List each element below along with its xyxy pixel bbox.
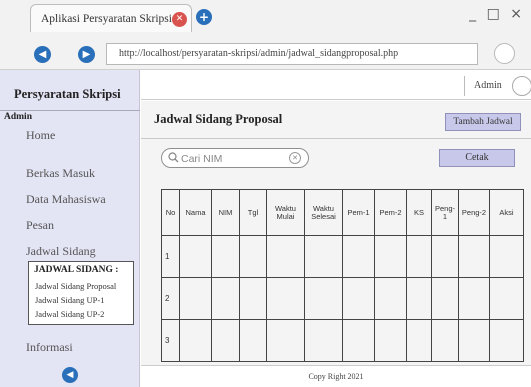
sidebar-item-home[interactable]: Home — [26, 128, 55, 143]
table-cell — [304, 235, 343, 278]
divider — [0, 110, 140, 111]
forward-arrow-icon[interactable]: ▶ — [78, 46, 95, 63]
table-cell — [304, 277, 343, 320]
column-header: Peng-1 — [431, 189, 459, 236]
sidebar-item-berkas-masuk[interactable]: Berkas Masuk — [26, 166, 95, 181]
column-header: KS — [406, 189, 432, 236]
plus-icon[interactable]: + — [196, 9, 212, 25]
table-cell — [179, 277, 212, 320]
footer-text: Copy Right 2021 — [308, 372, 364, 381]
table-cell — [458, 235, 490, 278]
top-bar: Admin — [141, 70, 531, 100]
table-header-row: No Nama NIM Tgl Waktu Mulai Waktu Selesa… — [161, 189, 524, 236]
table-cell — [342, 277, 375, 320]
clear-icon[interactable]: ✕ — [289, 152, 301, 164]
table-cell — [239, 319, 267, 362]
table-cell — [489, 319, 524, 362]
table-cell — [489, 277, 524, 320]
sidebar: Persyaratan Skripsi Admin Home Berkas Ma… — [0, 70, 140, 387]
table-cell — [374, 235, 407, 278]
submenu-item-jadwal-up2[interactable]: Jadwal Sidang UP-2 — [35, 309, 104, 319]
table-row: 2 — [161, 277, 524, 320]
column-header: Nama — [179, 189, 212, 236]
browser-tab[interactable]: Aplikasi Persyaratan Skripsi ✕ — [30, 4, 192, 32]
sidebar-item-data-mahasiswa[interactable]: Data Mahasiswa — [26, 192, 106, 207]
jadwal-sidang-submenu: JADWAL SIDANG : Jadwal Sidang Proposal J… — [28, 261, 134, 325]
table-cell — [374, 277, 407, 320]
search-box: ✕ — [161, 148, 309, 168]
table-cell — [266, 319, 305, 362]
column-header: NIM — [211, 189, 240, 236]
search-input[interactable] — [181, 151, 281, 166]
column-header: Tgl — [239, 189, 267, 236]
table-cell — [342, 235, 375, 278]
page-title: Jadwal Sidang Proposal — [154, 112, 283, 126]
table-cell: 1 — [161, 235, 180, 278]
table-cell — [374, 319, 407, 362]
back-arrow-icon[interactable]: ◀ — [34, 46, 51, 63]
address-bar[interactable]: http://localhost/persyaratan-skripsi/adm… — [106, 43, 478, 65]
search-icon — [168, 152, 179, 163]
print-button[interactable]: Cetak — [439, 149, 515, 167]
table-cell — [489, 235, 524, 278]
tab-title: Aplikasi Persyaratan Skripsi — [41, 13, 172, 25]
user-label[interactable]: Admin — [474, 80, 502, 91]
navigation-bar: ◀ ▶ http://localhost/persyaratan-skripsi… — [0, 36, 531, 70]
table-cell — [431, 235, 459, 278]
sidebar-brand: Persyaratan Skripsi — [14, 87, 121, 101]
table-cell — [211, 277, 240, 320]
table-cell — [179, 319, 212, 362]
column-header: Pem-1 — [342, 189, 375, 236]
browser-chrome: Aplikasi Persyaratan Skripsi ✕ + _ □ × ◀… — [0, 0, 531, 70]
footer: Copy Right 2021 — [141, 365, 531, 387]
table-cell — [406, 319, 432, 362]
table-cell — [431, 277, 459, 320]
table-cell — [239, 235, 267, 278]
table-cell: 2 — [161, 277, 180, 320]
table-cell — [304, 319, 343, 362]
column-header: Peng-2 — [458, 189, 490, 236]
table-cell — [211, 235, 240, 278]
table-cell — [406, 235, 432, 278]
window-controls[interactable]: _ □ × — [469, 6, 525, 22]
column-header: Waktu Selesai — [304, 189, 343, 236]
table-row: 1 — [161, 235, 524, 278]
sidebar-item-informasi[interactable]: Informasi — [26, 340, 73, 355]
divider — [141, 138, 531, 139]
table-cell — [431, 319, 459, 362]
table-cell: 3 — [161, 319, 180, 362]
avatar[interactable] — [512, 76, 531, 96]
add-schedule-button[interactable]: Tambah Jadwal — [445, 113, 521, 131]
browser-menu-button[interactable] — [494, 43, 515, 64]
close-icon[interactable]: ✕ — [172, 12, 187, 27]
main-content: Jadwal Sidang Proposal Tambah Jadwal ✕ C… — [141, 101, 531, 365]
table-cell — [266, 277, 305, 320]
table-row: 3 — [161, 319, 524, 362]
table-cell — [239, 277, 267, 320]
table-cell — [458, 319, 490, 362]
table-cell — [406, 277, 432, 320]
table-cell — [211, 319, 240, 362]
url-text: http://localhost/persyaratan-skripsi/adm… — [119, 48, 399, 59]
divider — [464, 76, 465, 96]
tab-strip: Aplikasi Persyaratan Skripsi ✕ + _ □ × — [0, 0, 531, 34]
submenu-title: JADWAL SIDANG : — [34, 265, 119, 275]
column-header: Aksi — [489, 189, 524, 236]
table-cell — [458, 277, 490, 320]
table-cell — [342, 319, 375, 362]
table-cell — [179, 235, 212, 278]
submenu-item-jadwal-up1[interactable]: Jadwal Sidang UP-1 — [35, 295, 104, 305]
sidebar-item-jadwal-sidang[interactable]: Jadwal Sidang — [26, 244, 96, 259]
back-arrow-icon[interactable]: ◀ — [62, 367, 78, 383]
schedule-table: No Nama NIM Tgl Waktu Mulai Waktu Selesa… — [161, 189, 524, 362]
sidebar-item-pesan[interactable]: Pesan — [26, 218, 54, 233]
column-header: No — [161, 189, 180, 236]
submenu-item-jadwal-proposal[interactable]: Jadwal Sidang Proposal — [35, 281, 116, 291]
column-header: Pem-2 — [374, 189, 407, 236]
table-cell — [266, 235, 305, 278]
column-header: Waktu Mulai — [266, 189, 305, 236]
sidebar-role-label: Admin — [4, 112, 32, 122]
